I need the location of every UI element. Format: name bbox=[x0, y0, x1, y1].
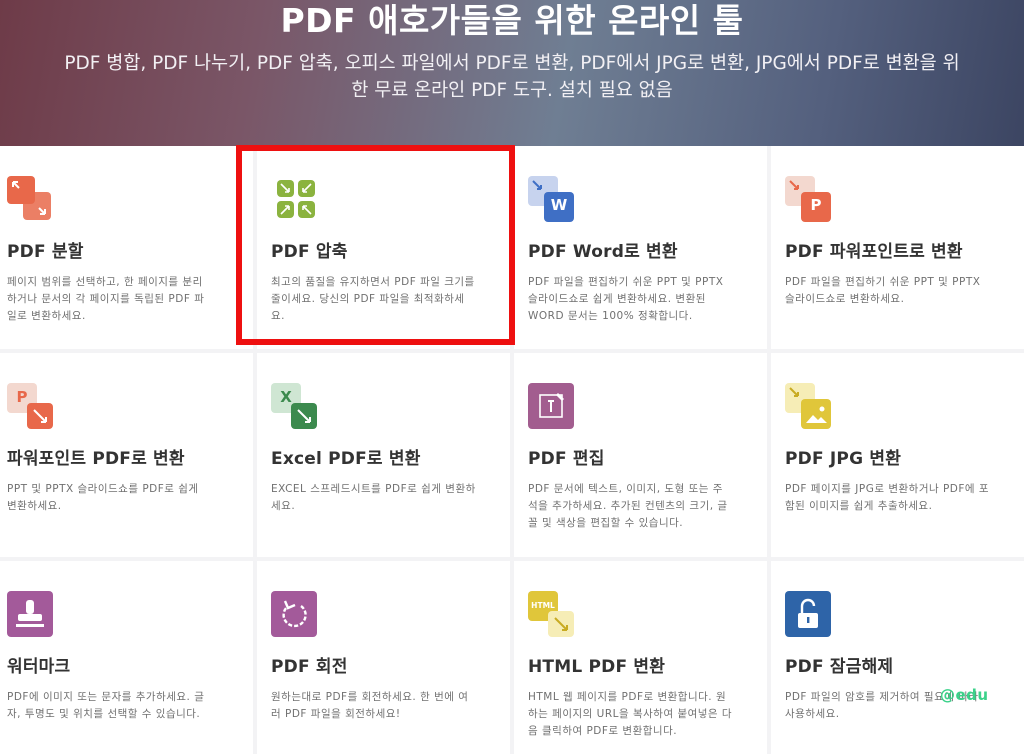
tool-description: EXCEL 스프레드시트를 PDF로 쉽게 변환하세요. bbox=[271, 483, 476, 512]
tool-card-pdf-to-word[interactable]: W PDF Word로 변환 PDF 파일을 편집하기 쉬운 PPT 및 PPT… bbox=[514, 146, 767, 349]
word-letter: W bbox=[550, 196, 568, 214]
tool-card-unlock[interactable]: PDF 잠금해제 PDF 파일의 암호를 제거하여 필요에 따라 사용하세요. bbox=[771, 561, 1024, 754]
powerpoint-letter: P bbox=[810, 196, 822, 214]
tool-title: PDF 잠금해제 bbox=[785, 657, 894, 677]
tool-card-pdf-to-jpg[interactable]: PDF JPG 변환 PDF 페이지를 JPG로 변환하거나 PDF에 포함된 … bbox=[771, 353, 1024, 557]
tool-description: PDF 페이지를 JPG로 변환하거나 PDF에 포함된 이미지를 쉽게 추출하… bbox=[785, 483, 990, 512]
tool-title: HTML PDF 변환 bbox=[528, 657, 666, 677]
split-icon bbox=[7, 176, 53, 222]
tool-card-pdf-to-powerpoint[interactable]: P PDF 파워포인트로 변환 PDF 파일을 편집하기 쉬운 PPT 및 PP… bbox=[771, 146, 1024, 349]
tool-card-compress[interactable]: PDF 압축 최고의 품질을 유지하면서 PDF 파일 크기를 줄이세요. 당신… bbox=[257, 146, 510, 349]
tool-card-powerpoint-to-pdf[interactable]: P 파워포인트 PDF로 변환 PPT 및 PPTX 슬라이드쇼를 PDF로 쉽… bbox=[0, 353, 253, 557]
edit-icon bbox=[528, 383, 574, 429]
tool-title: PDF 편집 bbox=[528, 449, 605, 469]
tool-card-edit[interactable]: PDF 편집 PDF 문서에 텍스트, 이미지, 도형 또는 주석을 추가하세요… bbox=[514, 353, 767, 557]
tool-description: PPT 및 PPTX 슬라이드쇼를 PDF로 쉽게 변환하세요. bbox=[7, 483, 199, 512]
tool-title: PDF 압축 bbox=[271, 242, 348, 262]
tool-description: PDF 파일을 편집하기 쉬운 PPT 및 PPTX 슬라이드쇼로 쉽게 변환하… bbox=[528, 276, 724, 322]
tool-description: PDF에 이미지 또는 문자를 추가하세요. 글자, 투명도 및 위치를 선택할… bbox=[7, 691, 205, 720]
tool-title: Excel PDF로 변환 bbox=[271, 449, 421, 469]
tool-title: PDF Word로 변환 bbox=[528, 242, 678, 262]
tool-title: PDF JPG 변환 bbox=[785, 449, 902, 469]
stamp-icon bbox=[7, 591, 53, 637]
html-icon: HTML bbox=[528, 591, 574, 637]
compress-icon bbox=[271, 176, 317, 222]
tool-description: 원하는대로 PDF를 회전하세요. 한 번에 여러 PDF 파일을 회전하세요! bbox=[271, 691, 469, 720]
tool-title: PDF 회전 bbox=[271, 657, 348, 677]
tool-title: PDF 파워포인트로 변환 bbox=[785, 242, 963, 262]
tool-card-watermark[interactable]: 워터마크 PDF에 이미지 또는 문자를 추가하세요. 글자, 투명도 및 위치… bbox=[0, 561, 253, 754]
tools-grid: PDF 분할 페이지 범위를 선택하고, 한 페이지를 분리하거나 문서의 각 … bbox=[0, 146, 1024, 754]
tool-title: PDF 분할 bbox=[7, 242, 84, 262]
tool-title: 파워포인트 PDF로 변환 bbox=[7, 449, 185, 469]
hero-banner: PDF 애호가들을 위한 온라인 툴 PDF 병합, PDF 나누기, PDF … bbox=[0, 0, 1024, 146]
hero-title: PDF 애호가들을 위한 온라인 툴 bbox=[280, 1, 744, 40]
tool-description: HTML 웹 페이지를 PDF로 변환합니다. 원하는 페이지의 URL을 복사… bbox=[528, 691, 733, 737]
rotate-icon bbox=[271, 591, 317, 637]
tool-card-split[interactable]: PDF 분할 페이지 범위를 선택하고, 한 페이지를 분리하거나 문서의 각 … bbox=[0, 146, 253, 349]
tool-card-rotate[interactable]: PDF 회전 원하는대로 PDF를 회전하세요. 한 번에 여러 PDF 파일을… bbox=[257, 561, 510, 754]
powerpoint-icon: P bbox=[785, 176, 831, 222]
tool-card-html-to-pdf[interactable]: HTML HTML PDF 변환 HTML 웹 페이지를 PDF로 변환합니다.… bbox=[514, 561, 767, 754]
ppt-to-pdf-icon: P bbox=[7, 383, 53, 429]
tool-description: 페이지 범위를 선택하고, 한 페이지를 분리하거나 문서의 각 페이지를 독립… bbox=[7, 276, 205, 322]
excel-icon: X bbox=[271, 383, 317, 429]
tool-card-excel-to-pdf[interactable]: X Excel PDF로 변환 EXCEL 스프레드시트를 PDF로 쉽게 변환… bbox=[257, 353, 510, 557]
word-icon: W bbox=[528, 176, 574, 222]
tool-description: PDF 문서에 텍스트, 이미지, 도형 또는 주석을 추가하세요. 추가된 컨… bbox=[528, 483, 728, 529]
unlock-icon bbox=[785, 591, 831, 637]
jpg-icon bbox=[785, 383, 831, 429]
tool-description: 최고의 품질을 유지하면서 PDF 파일 크기를 줄이세요. 당신의 PDF 파… bbox=[271, 276, 475, 322]
tool-description: PDF 파일을 편집하기 쉬운 PPT 및 PPTX 슬라이드쇼로 변환하세요. bbox=[785, 276, 981, 305]
tool-title: 워터마크 bbox=[7, 657, 71, 677]
watermark-label: @edu bbox=[940, 686, 989, 704]
hero-subtitle: PDF 병합, PDF 나누기, PDF 압축, 오피스 파일에서 PDF로 변… bbox=[64, 53, 960, 101]
